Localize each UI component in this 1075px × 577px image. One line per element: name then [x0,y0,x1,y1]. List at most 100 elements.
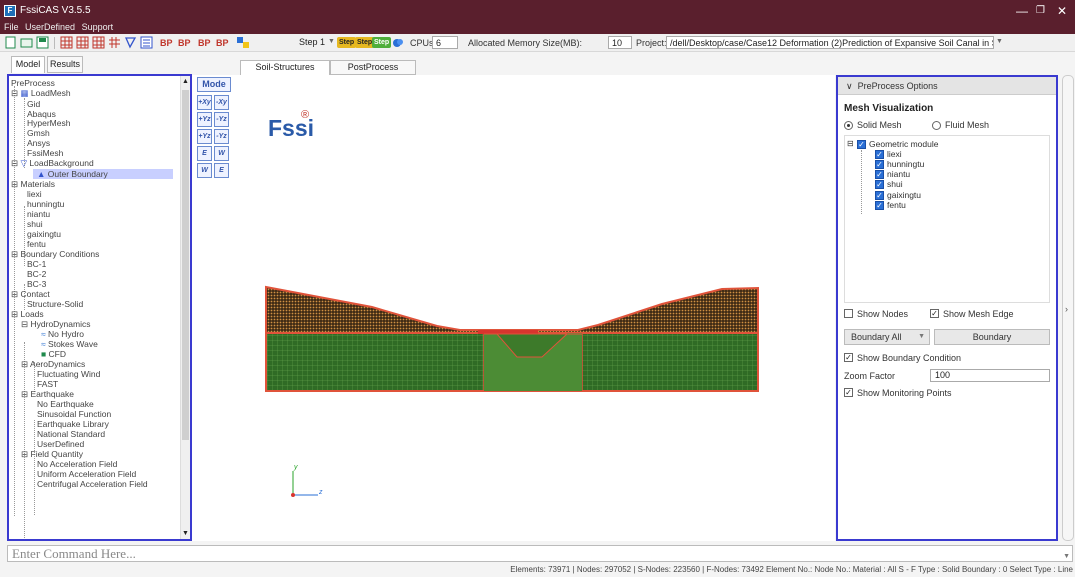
tree-item-preprocess[interactable]: PreProcess [11,78,55,88]
bp-icon[interactable]: BP [160,36,173,49]
cpus-input[interactable]: 6 [432,36,458,49]
view-en-icon[interactable]: E [214,163,229,178]
step-button-1[interactable]: Step [337,37,357,48]
minimize-icon[interactable]: — [1016,4,1028,18]
collapse-icon[interactable]: ⊟ [847,139,854,148]
mode-button[interactable]: Mode [197,77,231,92]
view-minus-xy-icon[interactable]: -Xy [214,95,229,110]
tree-item-no-earthquake[interactable]: No Earthquake [37,399,94,409]
view-minus-yz-icon[interactable]: -Yz [214,112,229,127]
new-file-icon[interactable] [4,36,17,49]
scroll-up-icon[interactable]: ▲ [182,78,189,85]
tree-item-no-hydro[interactable]: ≈ No Hydro [41,329,84,339]
tree-item-gid[interactable]: Gid [27,99,40,109]
tree-item-materials[interactable]: ⊟ Materials [11,179,55,189]
collapse-icon[interactable]: ⊟ [11,158,18,168]
geo-hunningtu-checkbox[interactable]: ✓ [875,160,884,169]
cloud-icon[interactable] [391,36,404,49]
maximize-icon[interactable]: ❐ [1036,5,1045,16]
command-dropdown-icon[interactable]: ▼ [1063,549,1070,564]
mesh-grid-2-icon[interactable] [76,36,89,49]
collapse-icon[interactable]: ⊟ [21,319,28,329]
tree-item-boundary-conditions[interactable]: ⊟ Boundary Conditions [11,249,99,259]
geo-shui-checkbox[interactable]: ✓ [875,180,884,189]
tree-item-ansys[interactable]: Ansys [27,138,50,148]
close-icon[interactable]: ✕ [1057,4,1067,18]
menu-file[interactable]: File [4,22,19,32]
chevron-down-icon[interactable]: ∨ [846,81,853,91]
bp-3-icon[interactable]: BP [198,36,211,49]
tree-item-loadbackground[interactable]: ⊟ ▽ LoadBackground [11,158,94,168]
tree-item-outer-boundary[interactable]: ▲ Outer Boundary [33,169,173,179]
tree-item-earthquake-library[interactable]: Earthquake Library [37,419,109,429]
tree-item-loadmesh[interactable]: ⊟ ▦ LoadMesh [11,88,71,98]
tree-item-earthquake[interactable]: ⊟ Earthquake [21,389,74,399]
tree-item-fentu[interactable]: fentu [27,239,46,249]
view-plus-xy-icon[interactable]: +Xy [197,95,212,110]
collapse-icon[interactable]: ⊟ [11,88,18,98]
tree-item-liexi[interactable]: liexi [27,189,42,199]
collapse-icon[interactable]: ⊟ [21,359,28,369]
project-path-select[interactable]: /dell/Desktop/case/Case12 Deformation (2… [666,36,994,49]
view-minus-yz-2-icon[interactable]: -Yz [214,129,229,144]
geo-module-checkbox[interactable]: ✓ [857,140,866,149]
tab-soil-structures[interactable]: Soil-Structures [240,60,330,75]
tree-item-uniform-acceleration[interactable]: Uniform Acceleration Field [37,469,136,479]
tree-item-gaixingtu[interactable]: gaixingtu [27,229,61,239]
scrollbar-thumb[interactable] [182,90,189,440]
tree-item-sinusoidal-function[interactable]: Sinusoidal Function [37,409,111,419]
collapse-icon[interactable]: ⊟ [11,179,18,189]
tree-item-aerodynamics[interactable]: ⊟ AeroDynamics [21,359,85,369]
tree-item-hunningtu[interactable]: hunningtu [27,199,64,209]
viewport-canvas[interactable]: y z Fssi ® [192,75,835,541]
boundary-select[interactable]: Boundary All ▼ [844,329,930,345]
panel-toggle-handle[interactable]: › [1062,75,1074,541]
tab-postprocess[interactable]: PostProcess [330,60,416,75]
list-icon[interactable] [140,36,153,49]
solid-mesh-radio[interactable] [844,121,853,130]
tree-item-niantu[interactable]: niantu [27,209,50,219]
panel-header[interactable]: ∨ PreProcess Options [838,77,1056,95]
tree-item-loads[interactable]: ⊟ Loads [11,309,44,319]
geo-fentu-checkbox[interactable]: ✓ [875,201,884,210]
tree-item-bc-1[interactable]: BC-1 [27,259,46,269]
view-wn-icon[interactable]: W [197,163,212,178]
open-folder-icon[interactable] [20,36,33,49]
tree-item-bc-2[interactable]: BC-2 [27,269,46,279]
menu-support[interactable]: Support [82,22,114,32]
tree-item-centrifugal-acceleration[interactable]: Centrifugal Acceleration Field [37,479,148,489]
zoom-factor-input[interactable]: 100 [930,369,1050,382]
run-icon[interactable] [236,36,249,49]
fluid-mesh-radio[interactable] [932,121,941,130]
scroll-down-icon[interactable]: ▼ [182,530,189,537]
geo-niantu-checkbox[interactable]: ✓ [875,170,884,179]
show-bc-checkbox[interactable]: ✓ [844,353,853,362]
view-ws-icon[interactable]: W [214,146,229,161]
collapse-icon[interactable]: ⊟ [11,289,18,299]
tree-item-hydrodynamics[interactable]: ⊟ HydroDynamics [21,319,91,329]
tree-item-structure-solid[interactable]: Structure-Solid [27,299,83,309]
boundary-button[interactable]: Boundary [934,329,1050,345]
tree-item-gmsh[interactable]: Gmsh [27,128,50,138]
mesh-grid-3-icon[interactable] [92,36,105,49]
tab-results[interactable]: Results [47,56,83,73]
tree-item-fluctuating-wind[interactable]: Fluctuating Wind [37,369,100,379]
geo-gaixingtu-checkbox[interactable]: ✓ [875,191,884,200]
tree-item-field-quantity[interactable]: ⊟ Field Quantity [21,449,83,459]
boundary-icon[interactable] [124,36,137,49]
step-dropdown-icon[interactable]: ▼ [328,38,335,45]
tree-item-stokes-wave[interactable]: ≈ Stokes Wave [41,339,98,349]
geo-liexi-checkbox[interactable]: ✓ [875,150,884,159]
bp-4-icon[interactable]: BP [216,36,229,49]
tree-item-shui[interactable]: shui [27,219,43,229]
chevron-right-icon[interactable]: › [1065,304,1068,314]
save-icon[interactable] [36,36,49,49]
tree-item-bc-3[interactable]: BC-3 [27,279,46,289]
collapse-icon[interactable]: ⊟ [21,389,28,399]
memory-input[interactable]: 10 [608,36,632,49]
command-input[interactable]: Enter Command Here... ▼ [7,545,1073,562]
tab-model[interactable]: Model [11,56,45,73]
show-mesh-edge-checkbox[interactable]: ✓ [930,309,939,318]
view-plus-yz-icon[interactable]: +Yz [197,112,212,127]
tree-scrollbar[interactable]: ▲ ▼ [180,76,190,539]
